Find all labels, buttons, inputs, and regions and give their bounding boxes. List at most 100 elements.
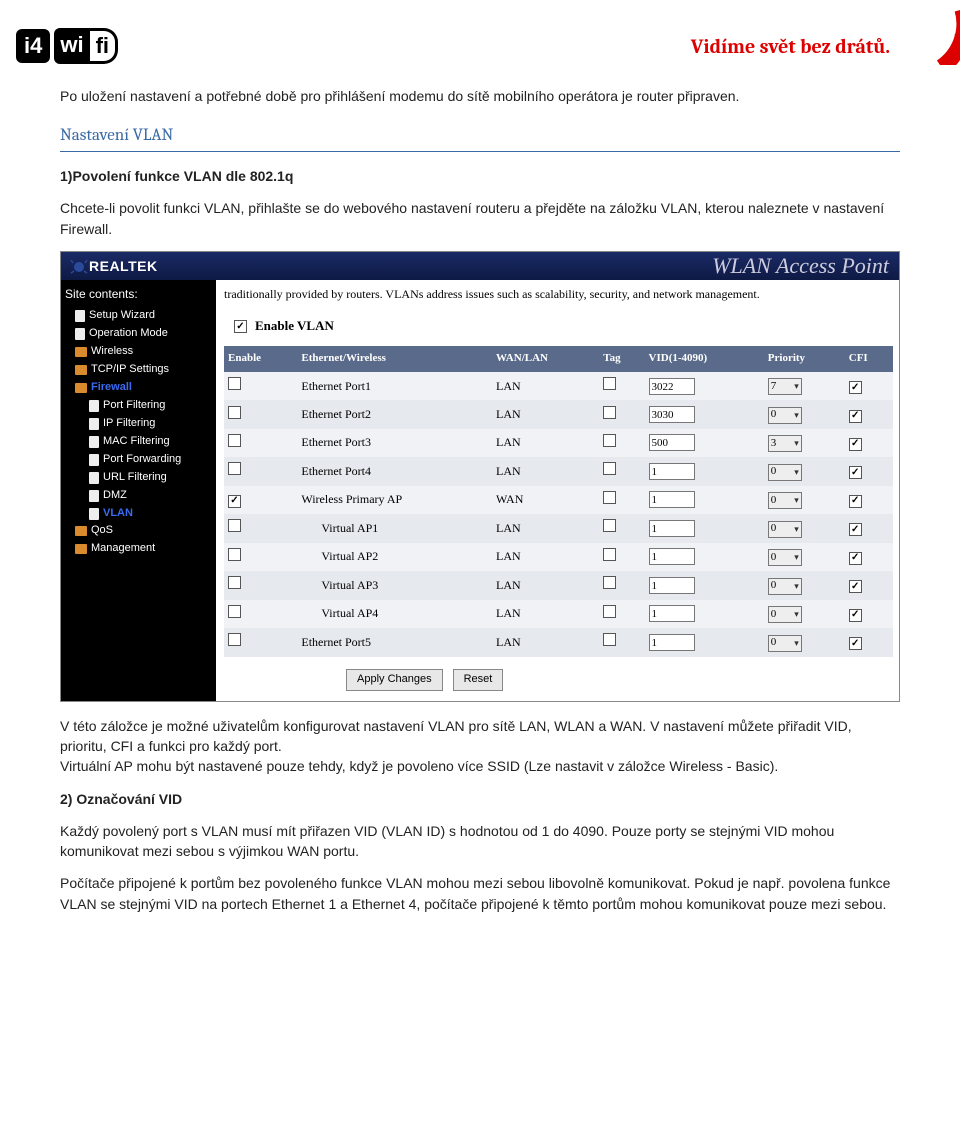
sidebar-item-label: Firewall	[91, 380, 132, 396]
enable-checkbox[interactable]	[228, 519, 241, 532]
sidebar-item-label: Management	[91, 541, 155, 557]
priority-select[interactable]: 0	[768, 492, 802, 509]
sidebar-item-label: Wireless	[91, 344, 133, 360]
sidebar-item-label: Port Filtering	[103, 398, 165, 414]
cfi-checkbox[interactable]	[849, 495, 862, 508]
table-row: Ethernet Port1LAN30227	[224, 372, 893, 400]
priority-select[interactable]: 3	[768, 435, 802, 452]
tag-checkbox[interactable]	[603, 462, 616, 475]
sidebar-item-port-forwarding[interactable]: Port Forwarding	[65, 451, 212, 469]
vid-input[interactable]: 1	[649, 491, 695, 508]
realtek-crab-icon	[69, 258, 89, 274]
port-name: Virtual AP1	[297, 514, 492, 542]
enable-checkbox[interactable]	[228, 605, 241, 618]
tag-checkbox[interactable]	[603, 406, 616, 419]
enable-checkbox[interactable]	[228, 495, 241, 508]
priority-select[interactable]: 0	[768, 606, 802, 623]
enable-checkbox[interactable]	[228, 462, 241, 475]
page-icon	[89, 400, 99, 412]
after-shot-para: V této záložce je možné uživatelům konfi…	[60, 716, 900, 777]
priority-select[interactable]: 0	[768, 464, 802, 481]
tag-checkbox[interactable]	[603, 576, 616, 589]
sub2-title: 2) Označování VID	[60, 789, 900, 809]
tag-checkbox[interactable]	[603, 633, 616, 646]
tag-checkbox[interactable]	[603, 434, 616, 447]
cfi-checkbox[interactable]	[849, 637, 862, 650]
priority-select[interactable]: 0	[768, 578, 802, 595]
col-enable: Enable	[224, 346, 297, 372]
sidebar-item-port-filtering[interactable]: Port Filtering	[65, 397, 212, 415]
sidebar-item-tcp-ip-settings[interactable]: TCP/IP Settings	[65, 361, 212, 379]
sidebar-item-label: Setup Wizard	[89, 308, 155, 324]
sidebar-item-label: Operation Mode	[89, 326, 168, 342]
enable-checkbox[interactable]	[228, 576, 241, 589]
vid-input[interactable]: 1	[649, 463, 695, 480]
table-row: Ethernet Port3LAN5003	[224, 429, 893, 457]
enable-checkbox[interactable]	[228, 633, 241, 646]
col-priority: Priority	[764, 346, 845, 372]
table-row: Virtual AP4LAN10	[224, 600, 893, 628]
page-icon	[89, 472, 99, 484]
sidebar-item-operation-mode[interactable]: Operation Mode	[65, 325, 212, 343]
vid-input[interactable]: 1	[649, 634, 695, 651]
enable-checkbox[interactable]	[228, 434, 241, 447]
priority-select[interactable]: 0	[768, 407, 802, 424]
vid-input[interactable]: 500	[649, 434, 695, 451]
sidebar-item-setup-wizard[interactable]: Setup Wizard	[65, 307, 212, 325]
sidebar-item-label: DMZ	[103, 488, 127, 504]
reset-button[interactable]: Reset	[453, 669, 504, 691]
cfi-checkbox[interactable]	[849, 552, 862, 565]
cfi-checkbox[interactable]	[849, 381, 862, 394]
page-icon	[89, 454, 99, 466]
sidebar-item-mac-filtering[interactable]: MAC Filtering	[65, 433, 212, 451]
cfi-checkbox[interactable]	[849, 580, 862, 593]
vid-input[interactable]: 1	[649, 548, 695, 565]
cfi-checkbox[interactable]	[849, 523, 862, 536]
vid-input[interactable]: 1	[649, 520, 695, 537]
cfi-checkbox[interactable]	[849, 410, 862, 423]
apply-button[interactable]: Apply Changes	[346, 669, 443, 691]
cfi-checkbox[interactable]	[849, 438, 862, 451]
sidebar-item-qos[interactable]: QoS	[65, 522, 212, 540]
enable-checkbox[interactable]	[228, 406, 241, 419]
sidebar-item-firewall[interactable]: Firewall	[65, 379, 212, 397]
vid-input[interactable]: 1	[649, 577, 695, 594]
tag-checkbox[interactable]	[603, 519, 616, 532]
priority-select[interactable]: 0	[768, 635, 802, 652]
cfi-checkbox[interactable]	[849, 466, 862, 479]
enable-vlan-label: Enable VLAN	[255, 317, 334, 336]
priority-select[interactable]: 0	[768, 521, 802, 538]
enable-vlan-checkbox[interactable]	[234, 320, 247, 333]
priority-select[interactable]: 0	[768, 549, 802, 566]
enable-checkbox[interactable]	[228, 377, 241, 390]
tag-checkbox[interactable]	[603, 377, 616, 390]
sidebar-item-url-filtering[interactable]: URL Filtering	[65, 469, 212, 487]
page-header: i4 wi fi Vidíme svět bez drátů.	[0, 0, 960, 74]
sidebar-item-ip-filtering[interactable]: IP Filtering	[65, 415, 212, 433]
enable-checkbox[interactable]	[228, 548, 241, 561]
sidebar-item-wireless[interactable]: Wireless	[65, 343, 212, 361]
cfi-checkbox[interactable]	[849, 609, 862, 622]
folder-icon	[75, 383, 87, 393]
sidebar-item-management[interactable]: Management	[65, 540, 212, 558]
vlan-description: traditionally provided by routers. VLANs…	[216, 280, 899, 313]
sidebar-item-label: MAC Filtering	[103, 434, 170, 450]
sidebar-item-vlan[interactable]: VLAN	[65, 505, 212, 523]
col-ethernet-wireless: Ethernet/Wireless	[297, 346, 492, 372]
enable-vlan-row: Enable VLAN	[216, 313, 899, 346]
table-row: Virtual AP1LAN10	[224, 514, 893, 542]
col-vid-1-4090-: VID(1-4090)	[645, 346, 764, 372]
vid-input[interactable]: 1	[649, 605, 695, 622]
port-name: Virtual AP3	[297, 571, 492, 599]
tag-checkbox[interactable]	[603, 605, 616, 618]
folder-icon	[75, 365, 87, 375]
folder-icon	[75, 544, 87, 554]
vid-input[interactable]: 3022	[649, 378, 695, 395]
router-screenshot: REALTEK WLAN Access Point Site contents:…	[60, 251, 900, 702]
tag-checkbox[interactable]	[603, 548, 616, 561]
logo-i4: i4	[16, 29, 50, 63]
sidebar-item-dmz[interactable]: DMZ	[65, 487, 212, 505]
vid-input[interactable]: 3030	[649, 406, 695, 423]
tag-checkbox[interactable]	[603, 491, 616, 504]
priority-select[interactable]: 7	[768, 378, 802, 395]
